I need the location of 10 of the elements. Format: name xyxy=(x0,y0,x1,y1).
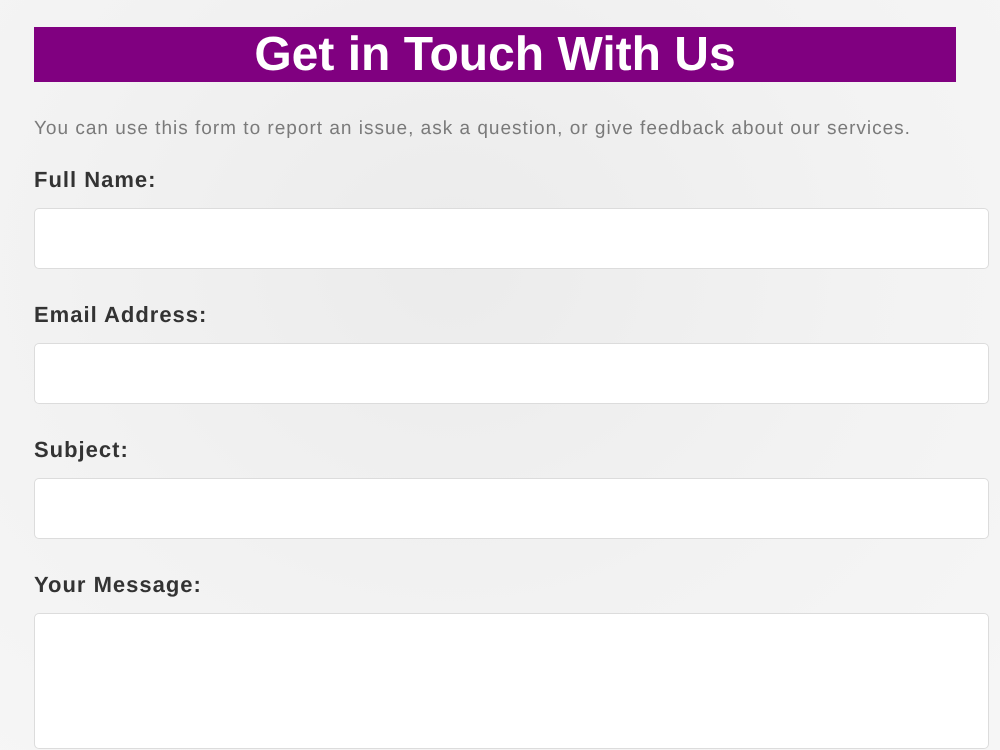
input-field[interactable] xyxy=(34,478,989,539)
input-field[interactable] xyxy=(34,343,989,404)
field-label: Your Message: xyxy=(34,572,202,598)
message-field[interactable] xyxy=(34,613,989,749)
form-description: You can use this form to report an issue, ask a question, or give feedback about our services. xyxy=(34,117,912,141)
field-label: Subject: xyxy=(34,437,129,463)
input-field[interactable] xyxy=(34,208,989,269)
field-label: Full Name: xyxy=(34,167,156,193)
field-label: Email Address: xyxy=(34,302,208,328)
page-title: Get in Touch With Us xyxy=(34,27,956,82)
